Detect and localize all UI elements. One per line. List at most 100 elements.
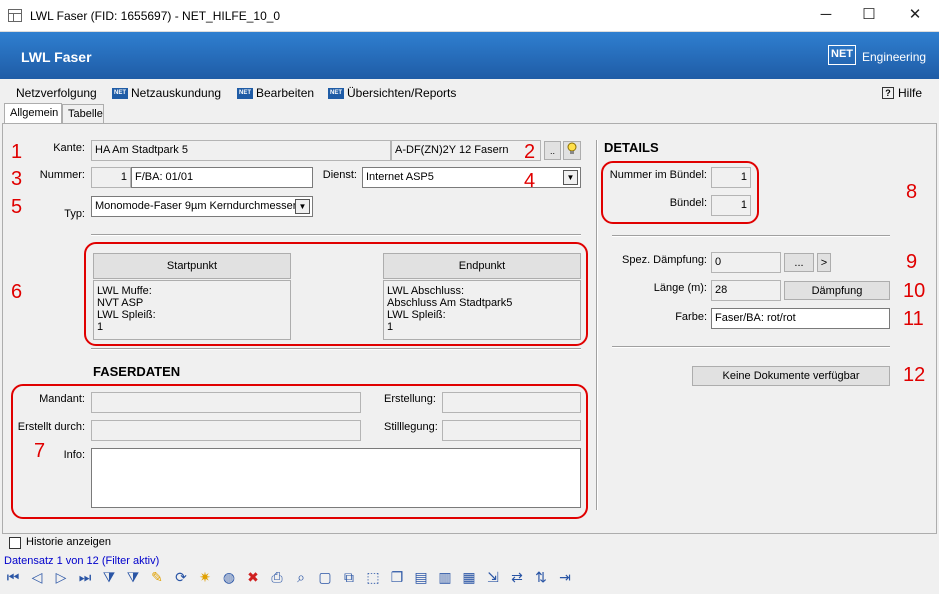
refresh-icon[interactable]: ⟳ <box>172 568 190 586</box>
historie-label: Historie anzeigen <box>26 536 111 548</box>
first-icon[interactable]: ⏮ <box>4 568 22 586</box>
farbe-field[interactable]: Faser/BA: rot/rot <box>711 308 890 329</box>
close-button[interactable]: ✕ <box>892 4 938 28</box>
sort-icon[interactable]: ⇅ <box>532 568 550 586</box>
faserdaten-title: FASERDATEN <box>93 364 181 379</box>
brand-name: Engineering <box>862 50 927 64</box>
menu-bearbeiten[interactable]: NET Bearbeiten <box>237 86 314 100</box>
marker-12: 12 <box>903 364 926 386</box>
vertical-separator <box>596 140 598 510</box>
spez-next-button[interactable]: > <box>817 253 831 272</box>
separator <box>91 234 581 236</box>
maximize-button[interactable]: ☐ <box>846 4 892 28</box>
dienst-select[interactable]: Internet ASP5 ▼ <box>362 167 581 188</box>
toolbar: ⏮ ◁ ▷ ⏭ ⧩ ⧩ ✎ ⟳ ✷ ◍ ✖ ⎙ ⌕ ▢ ⧉ ⬚ ❐ ▤ ▥ ▦ ⇲ ⇄ ⇅ ⇥ <box>4 568 584 588</box>
details-title: DETAILS <box>604 140 659 155</box>
menu-help[interactable]: ? Hilfe <box>882 86 922 100</box>
prev-icon[interactable]: ◁ <box>28 568 46 586</box>
menu-netzauskundung[interactable]: NET Netzauskundung <box>112 86 221 100</box>
menu-label: Netzauskundung <box>131 86 222 100</box>
marker-9: 9 <box>906 251 918 273</box>
zoom-icon[interactable]: ⌕ <box>292 568 310 586</box>
annotation-box-6 <box>84 242 588 346</box>
lightbulb-button[interactable] <box>563 141 581 160</box>
minimize-button[interactable]: ─ <box>803 4 849 28</box>
typ-value: Monomode-Faser 9µm Kerndurchmesser <box>95 200 297 212</box>
app-title: LWL Faser <box>21 49 92 65</box>
dienst-value: Internet ASP5 <box>366 171 434 183</box>
filter-remove-icon[interactable]: ⧩ <box>124 568 142 586</box>
menu-label: Übersichten/Reports <box>347 86 457 100</box>
marker-1: 1 <box>11 141 23 163</box>
last-icon[interactable]: ⏭ <box>76 568 94 586</box>
new-icon[interactable]: ✷ <box>196 568 214 586</box>
exit-icon[interactable]: ⇥ <box>556 568 574 586</box>
marker-4: 4 <box>524 170 536 192</box>
chevron-down-icon: ▼ <box>563 170 578 185</box>
delete-icon[interactable]: ✖ <box>244 568 262 586</box>
lightbulb-icon <box>567 142 577 154</box>
dienst-label: Dienst: <box>322 169 357 181</box>
menu-bar: Netzverfolgung NET Netzauskundung NET Bear… <box>0 80 939 104</box>
kante-field[interactable]: HA Am Stadtpark 5 <box>91 140 391 161</box>
multi-select-icon[interactable]: ⧉ <box>340 568 358 586</box>
help-icon: ? <box>882 87 894 99</box>
farbe-label: Farbe: <box>675 311 707 323</box>
marker-7: 7 <box>34 440 46 462</box>
nummer-label: Nummer: <box>39 169 85 181</box>
filter-add-icon[interactable]: ⧩ <box>100 568 118 586</box>
export-icon[interactable]: ⇲ <box>484 568 502 586</box>
copy-icon[interactable]: ❐ <box>388 568 406 586</box>
menu-label: Netzverfolgung <box>16 86 97 100</box>
annotation-box-7 <box>11 384 588 519</box>
report-icon[interactable]: ▦ <box>460 568 478 586</box>
tab-tabelle[interactable]: Tabelle <box>62 104 104 124</box>
annotation-box-8 <box>601 161 759 224</box>
network-icon[interactable]: ⇄ <box>508 568 526 586</box>
daempfung-button[interactable]: Dämpfung <box>784 281 890 300</box>
datensatz-label: Datensatz 1 von 12 (Filter aktiv) <box>4 555 160 567</box>
menu-uebersichten[interactable]: NET Übersichten/Reports <box>328 86 456 100</box>
title-bar: LWL Faser (FID: 1655697) - NET_HILFE_10_… <box>0 0 939 32</box>
marker-2: 2 <box>524 141 536 163</box>
chevron-down-icon: ▼ <box>295 199 310 214</box>
select-icon[interactable]: ▢ <box>316 568 334 586</box>
new-doc-icon[interactable]: ▤ <box>412 568 430 586</box>
kante-browse-button[interactable]: .. <box>544 141 561 160</box>
tab-allgemein[interactable]: Allgemein <box>4 103 62 125</box>
dokumente-button[interactable]: Keine Dokumente verfügbar <box>692 366 890 386</box>
marker-3: 3 <box>11 168 23 190</box>
nummer-field: 1 <box>91 167 131 188</box>
spez-field: 0 <box>711 252 781 273</box>
separator <box>612 235 890 237</box>
typ-select[interactable]: Monomode-Faser 9µm Kerndurchmesser ▼ <box>91 196 313 217</box>
laenge-label: Länge (m): <box>653 282 707 294</box>
marker-11: 11 <box>903 308 924 330</box>
edit-icon[interactable]: ✎ <box>148 568 166 586</box>
document-icon[interactable]: ▥ <box>436 568 454 586</box>
marker-10: 10 <box>903 280 926 302</box>
typ-label: Typ: <box>64 208 85 220</box>
separator <box>612 346 890 348</box>
area-select-icon[interactable]: ⬚ <box>364 568 382 586</box>
next-icon[interactable]: ▷ <box>52 568 70 586</box>
marker-6: 6 <box>11 281 23 303</box>
app-banner: LWL Faser NET Engineering <box>0 32 939 79</box>
kante-label: Kante: <box>53 142 85 154</box>
menu-label: Hilfe <box>898 86 923 100</box>
net-logo: NET <box>828 45 856 65</box>
marker-5: 5 <box>11 196 23 218</box>
historie-checkbox[interactable] <box>9 537 21 549</box>
marker-8: 8 <box>906 181 918 203</box>
globe-icon[interactable]: ◍ <box>220 568 238 586</box>
nummer-ba-field[interactable]: F/BA: 01/01 <box>131 167 313 188</box>
spez-label: Spez. Dämpfung: <box>622 254 707 266</box>
window-icon <box>8 9 22 22</box>
window-title: LWL Faser (FID: 1655697) - NET_HILFE_10_… <box>30 9 281 23</box>
print-icon[interactable]: ⎙ <box>268 568 286 586</box>
menu-netzverfolgung[interactable]: Netzverfolgung <box>16 86 97 100</box>
spez-browse-button[interactable]: ... <box>784 253 814 272</box>
net-icon: NET <box>112 87 128 99</box>
laenge-field: 28 <box>711 280 781 301</box>
menu-label: Bearbeiten <box>256 86 315 100</box>
